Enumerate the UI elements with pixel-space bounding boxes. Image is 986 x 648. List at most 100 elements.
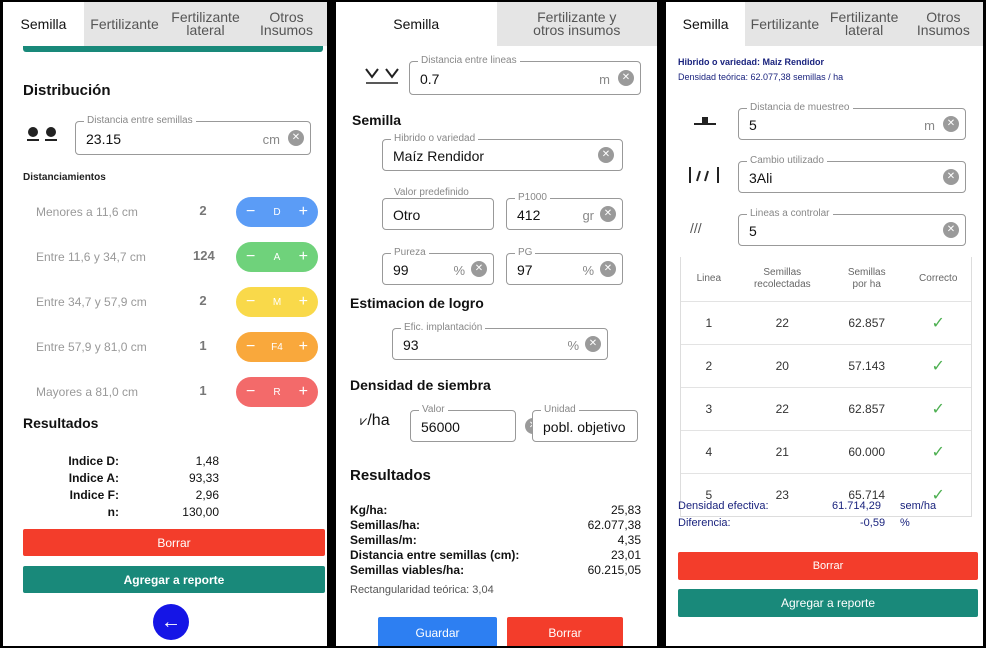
count-stepper: − F4 + [236, 332, 318, 362]
decrement-button[interactable]: − [246, 203, 255, 221]
density-unit-value: pobl. objetivo [543, 419, 626, 435]
back-arrow-icon[interactable]: ← [153, 604, 189, 640]
result-label: Indice D: [68, 454, 119, 468]
tab-fertilizante[interactable]: Fertilizante [84, 2, 165, 46]
tab-fertilizante-lateral[interactable]: Fertilizante lateral [825, 2, 904, 46]
result-label: Semillas/ha: [350, 518, 421, 532]
density-unit-select[interactable]: Unidad pobl. objetivo [532, 404, 638, 442]
count-stepper: − R + [236, 377, 318, 407]
clear-icon[interactable]: ✕ [943, 222, 959, 238]
clear-icon[interactable]: ✕ [598, 147, 614, 163]
check-icon: ✓ [931, 401, 945, 418]
sample-distance-icon [690, 114, 720, 135]
results-title: Resultados [350, 467, 431, 484]
table-header: Linea Semillas recolectadas Semillas por… [681, 257, 971, 301]
increment-button[interactable]: + [299, 293, 308, 311]
clear-icon[interactable]: ✕ [471, 261, 487, 277]
tab-fertilizante-otros[interactable]: Fertilizante y otros insumos [497, 2, 658, 46]
col-correct-header: Correcto [919, 273, 958, 284]
efficiency-field[interactable]: Efic. implantación 93 % ✕ [392, 322, 608, 360]
add-report-button[interactable]: Agregar a reporte [23, 566, 325, 593]
result-label: Distancia entre semillas (cm): [350, 548, 520, 562]
seed-distance-label: Distancia entre semillas [84, 115, 196, 126]
purity-field[interactable]: Pureza 99 % ✕ [382, 247, 494, 285]
result-value: 23,01 [610, 548, 641, 562]
density-unit-icon-label: /ha [367, 412, 390, 429]
p1000-field[interactable]: P1000 412 gr ✕ [506, 192, 623, 230]
delete-button[interactable]: Borrar [23, 529, 325, 556]
decrement-button[interactable]: − [246, 248, 255, 266]
collected-cell: 20 [775, 359, 789, 373]
decrement-button[interactable]: − [246, 338, 255, 356]
gear-field[interactable]: Cambio utilizado 3Ali ✕ [738, 155, 966, 193]
save-button[interactable]: Guardar [378, 617, 497, 646]
sample-distance-value: 5 [749, 117, 757, 133]
distance-row-count: 2 [199, 293, 207, 308]
table-row: 4 21 60.000 ✓ [681, 430, 971, 473]
distance-row-label: Mayores a 81,0 cm [36, 385, 139, 399]
increment-button[interactable]: + [299, 338, 308, 356]
add-report-button[interactable]: Agregar a reporte [678, 589, 978, 617]
decrement-button[interactable]: − [246, 293, 255, 311]
sample-distance-unit: m [924, 118, 935, 133]
efficiency-label: Efic. implantación [401, 322, 486, 333]
preset-select[interactable]: Valor predefinido Otro [382, 187, 494, 230]
lines-field[interactable]: Lineas a controlar 5 ✕ [738, 208, 966, 246]
tab-fertilizante-lateral[interactable]: Fertilizante lateral [165, 2, 246, 46]
tab-semilla[interactable]: Semilla [666, 2, 746, 46]
density-unit-label: Unidad [541, 404, 579, 415]
result-label: Kg/ha: [350, 503, 388, 517]
result-value: 93,33 [188, 471, 219, 485]
clear-icon[interactable]: ✕ [943, 169, 959, 185]
result-value: 25,83 [610, 503, 641, 517]
tab-fertilizante[interactable]: Fertilizante [745, 2, 824, 46]
line-cell: 1 [705, 316, 713, 330]
scroll-indicator [23, 46, 323, 52]
pg-field[interactable]: PG 97 % ✕ [506, 247, 623, 285]
hybrid-label: Hibrido o variedad [391, 133, 479, 144]
sample-distance-field[interactable]: Distancia de muestreo 5 m ✕ [738, 102, 966, 140]
clear-icon[interactable]: ✕ [618, 70, 634, 86]
purity-label: Pureza [391, 247, 429, 258]
delete-button[interactable]: Borrar [507, 617, 623, 646]
pg-unit: % [582, 263, 594, 278]
clear-icon[interactable]: ✕ [600, 261, 616, 277]
tab-otros-insumos[interactable]: Otros Insumos [904, 2, 983, 46]
per-ha-cell: 60.000 [848, 445, 886, 459]
clear-icon[interactable]: ✕ [600, 206, 616, 222]
clear-icon[interactable]: ✕ [288, 130, 304, 146]
density-value-field[interactable]: Valor 56000 ✕ [410, 404, 541, 442]
density-title: Densidad de siembra [350, 377, 491, 393]
tab-bar: Semilla Fertilizante y otros insumos [336, 2, 657, 46]
distance-row: Menores a 11,6 cm 2 − D + [3, 197, 327, 227]
increment-button[interactable]: + [299, 203, 308, 221]
clear-icon[interactable]: ✕ [585, 336, 601, 352]
seed-pair-icon [25, 124, 61, 149]
tab-otros-insumos[interactable]: Otros Insumos [246, 2, 327, 46]
increment-button[interactable]: + [299, 248, 308, 266]
distance-row-count: 1 [199, 338, 207, 353]
row-distance-field[interactable]: Distancia entre lineas 0.7 m ✕ [409, 55, 641, 95]
distance-row-count: 1 [199, 383, 207, 398]
row-code: A [273, 251, 281, 263]
result-value: 2,96 [195, 488, 219, 502]
hybrid-field[interactable]: Hibrido o variedad Maíz Rendidor ✕ [382, 133, 623, 171]
results-title: Resultados [23, 415, 99, 431]
rows-icon: /// [690, 220, 702, 236]
distance-row-count: 2 [199, 203, 207, 218]
tab-semilla[interactable]: Semilla [3, 2, 84, 46]
lines-value: 5 [749, 223, 757, 239]
row-distance-unit: m [599, 72, 610, 87]
seed-calculation-screen: Semilla Fertilizante y otros insumos Dis… [336, 2, 657, 646]
tab-bar: Semilla Fertilizante Fertilizante latera… [666, 2, 983, 46]
delete-button[interactable]: Borrar [678, 552, 978, 580]
collected-cell: 22 [775, 402, 789, 416]
clear-icon[interactable]: ✕ [943, 116, 959, 132]
seed-distance-field[interactable]: Distancia entre semillas 23.15 cm ✕ [75, 115, 311, 155]
decrement-button[interactable]: − [246, 383, 255, 401]
distance-row-label: Entre 34,7 y 57,9 cm [36, 295, 147, 309]
seed-distribution-screen: Semilla Fertilizante Fertilizante latera… [3, 2, 327, 646]
increment-button[interactable]: + [299, 383, 308, 401]
tab-semilla[interactable]: Semilla [336, 2, 497, 46]
purity-value: 99 [393, 262, 409, 278]
